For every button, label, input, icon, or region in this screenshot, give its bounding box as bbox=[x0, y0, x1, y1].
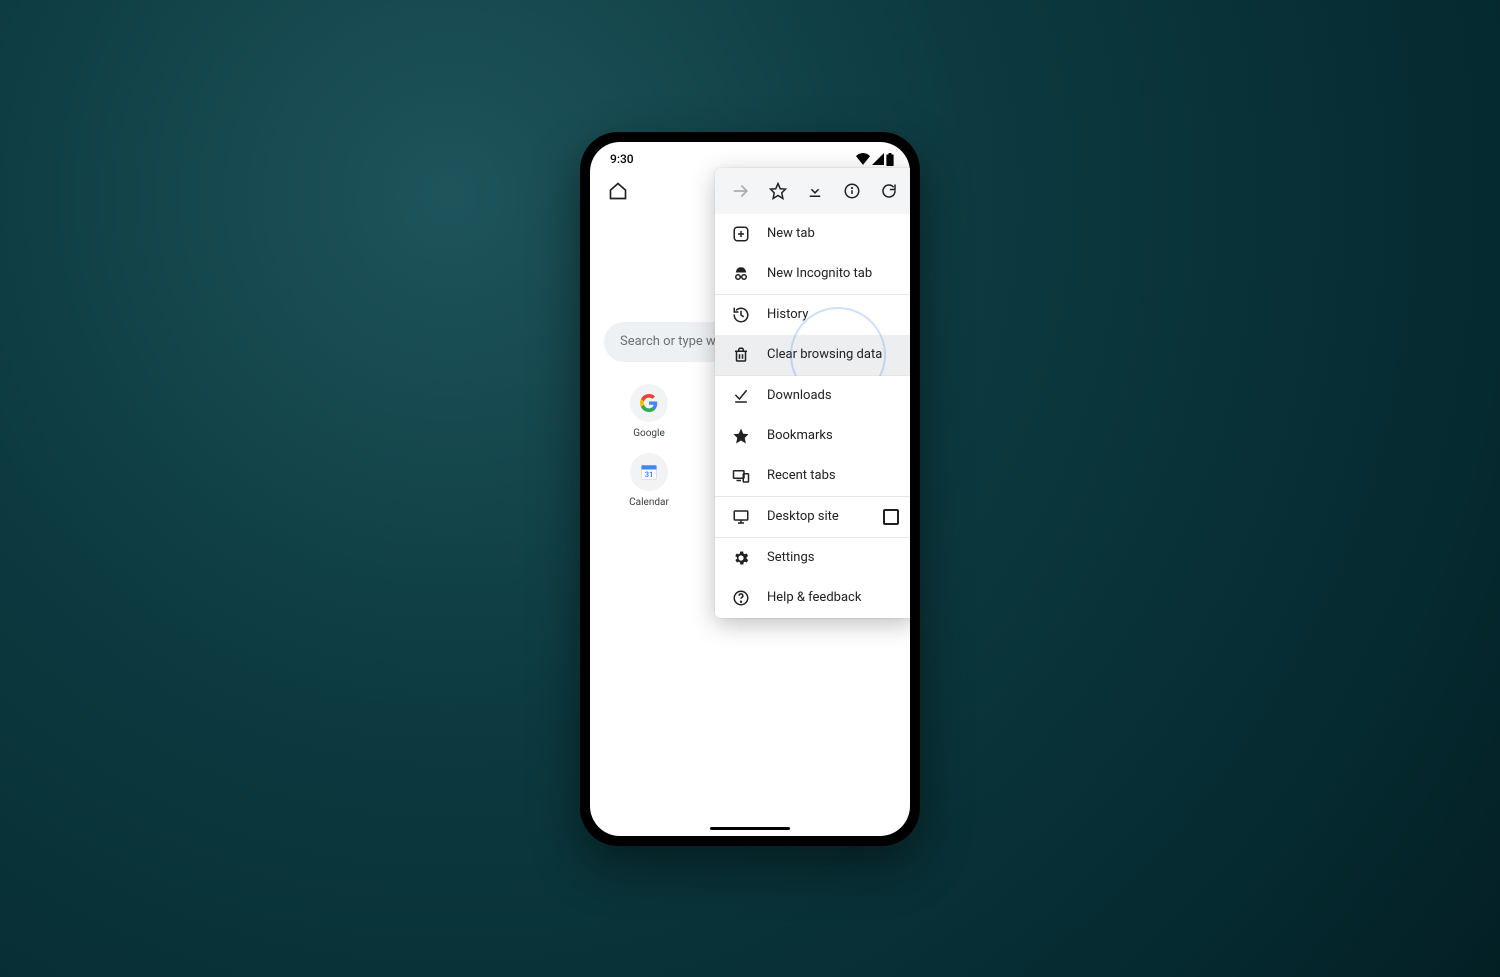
menu-item-label: Settings bbox=[767, 550, 899, 565]
menu-item-label: Help & feedback bbox=[767, 590, 899, 605]
star-icon bbox=[769, 182, 787, 200]
browser-toolbar: New tab New Incognito tab History C bbox=[590, 168, 910, 214]
status-indicators bbox=[856, 153, 894, 166]
bookmark-button[interactable] bbox=[764, 177, 792, 205]
menu-item-label: New tab bbox=[767, 226, 899, 241]
overflow-menu: New tab New Incognito tab History C bbox=[715, 168, 910, 618]
calendar-icon: 31 bbox=[639, 462, 659, 482]
page-info-button[interactable] bbox=[838, 177, 866, 205]
help-icon bbox=[732, 589, 750, 607]
shortcut-label: Google bbox=[633, 428, 665, 439]
status-time: 9:30 bbox=[610, 152, 634, 166]
star-filled-icon bbox=[732, 427, 750, 445]
menu-item-label: Desktop site bbox=[767, 509, 867, 524]
menu-item-label: Recent tabs bbox=[767, 468, 899, 483]
trash-icon bbox=[732, 346, 750, 364]
shortcut-label: Calendar bbox=[629, 497, 669, 508]
wifi-icon bbox=[856, 153, 870, 165]
gear-icon bbox=[732, 549, 750, 567]
download-button[interactable] bbox=[801, 177, 829, 205]
incognito-icon bbox=[732, 265, 750, 283]
menu-item-desktop-site[interactable]: Desktop site bbox=[715, 497, 910, 537]
info-icon bbox=[843, 182, 861, 200]
menu-item-label: Downloads bbox=[767, 388, 899, 403]
menu-item-bookmarks[interactable]: Bookmarks bbox=[715, 416, 910, 456]
menu-item-help-feedback[interactable]: Help & feedback bbox=[715, 578, 910, 618]
desktop-icon bbox=[732, 508, 750, 526]
phone-screen: 9:30 bbox=[590, 142, 910, 836]
menu-item-recent-tabs[interactable]: Recent tabs bbox=[715, 456, 910, 496]
download-icon bbox=[806, 182, 824, 200]
menu-item-settings[interactable]: Settings bbox=[715, 538, 910, 578]
plus-box-icon bbox=[732, 225, 750, 243]
phone-frame: 9:30 bbox=[580, 132, 920, 846]
search-placeholder: Search or type w bbox=[620, 334, 716, 349]
menu-item-label: Bookmarks bbox=[767, 428, 899, 443]
svg-text:31: 31 bbox=[645, 470, 654, 479]
history-icon bbox=[732, 306, 750, 324]
devices-icon bbox=[732, 467, 750, 485]
google-g-icon bbox=[640, 394, 658, 412]
arrow-forward-icon bbox=[731, 181, 751, 201]
menu-item-downloads[interactable]: Downloads bbox=[715, 376, 910, 416]
refresh-button[interactable] bbox=[875, 177, 903, 205]
status-bar: 9:30 bbox=[590, 142, 910, 168]
home-icon bbox=[608, 181, 628, 201]
cell-signal-icon bbox=[872, 153, 884, 165]
desktop-site-checkbox[interactable] bbox=[883, 509, 899, 525]
menu-item-new-incognito-tab[interactable]: New Incognito tab bbox=[715, 254, 910, 294]
menu-item-label: History bbox=[767, 307, 899, 322]
shortcut-calendar[interactable]: 31 Calendar bbox=[620, 453, 678, 508]
menu-icon-row bbox=[715, 168, 910, 214]
menu-item-label: New Incognito tab bbox=[767, 266, 899, 281]
battery-icon bbox=[886, 153, 894, 166]
menu-item-clear-browsing-data[interactable]: Clear browsing data bbox=[715, 335, 910, 375]
menu-item-label: Clear browsing data bbox=[767, 347, 899, 362]
system-nav-pill[interactable] bbox=[710, 827, 790, 830]
shortcut-google[interactable]: Google bbox=[620, 384, 678, 439]
menu-item-new-tab[interactable]: New tab bbox=[715, 214, 910, 254]
menu-item-history[interactable]: History bbox=[715, 295, 910, 335]
download-done-icon bbox=[732, 387, 750, 405]
forward-button[interactable] bbox=[727, 177, 755, 205]
home-button[interactable] bbox=[602, 175, 634, 207]
refresh-icon bbox=[880, 182, 898, 200]
